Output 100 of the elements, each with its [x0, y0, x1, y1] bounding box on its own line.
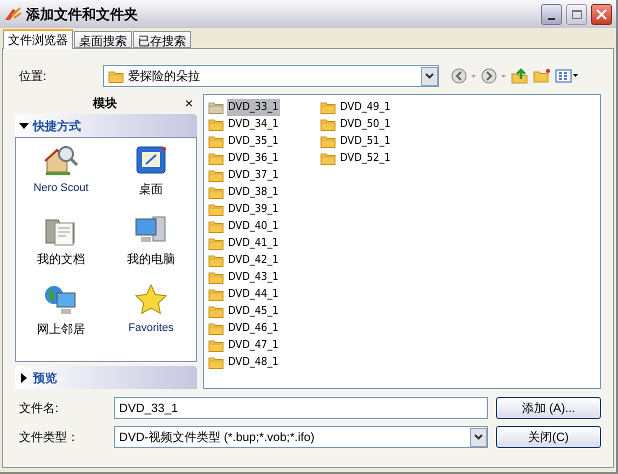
folder-item[interactable]: DVD_34_1: [208, 116, 320, 133]
folder-item[interactable]: DVD_37_1: [208, 167, 320, 184]
folder-icon: [208, 118, 224, 131]
shortcut-item[interactable]: 桌面: [106, 142, 196, 198]
folder-item[interactable]: DVD_42_1: [208, 252, 320, 269]
folder-item[interactable]: DVD_35_1: [208, 133, 320, 150]
folder-name: DVD_34_1: [227, 116, 280, 132]
minimize-button[interactable]: [541, 4, 562, 24]
folder-icon: [208, 186, 224, 199]
folder-name: DVD_40_1: [227, 218, 280, 234]
folder-icon: [208, 220, 224, 233]
shortcut-label: Nero Scout: [33, 181, 89, 196]
shortcut-label: Favorites: [128, 321, 174, 336]
folder-up-icon[interactable]: [511, 68, 529, 84]
folder-item[interactable]: DVD_51_1: [320, 133, 432, 150]
add-button[interactable]: 添加 (A)...: [496, 397, 601, 419]
folder-icon: [320, 101, 336, 114]
folder-item[interactable]: DVD_49_1: [320, 99, 432, 116]
folder-icon: [320, 152, 336, 165]
file-type-value: DVD-视频文件类型 (*.bup;*.vob;*.ifo): [119, 429, 316, 446]
folder-item[interactable]: DVD_39_1: [208, 201, 320, 218]
folder-icon: [320, 118, 336, 131]
folder-icon: [208, 101, 224, 114]
folder-icon: [108, 70, 124, 82]
folder-item[interactable]: DVD_48_1: [208, 354, 320, 371]
new-folder-icon[interactable]: [533, 68, 551, 84]
window-title: 添加文件和文件夹: [26, 4, 139, 24]
shortcut-item[interactable]: 网上邻居: [16, 282, 106, 338]
view-menu-icon[interactable]: [555, 69, 579, 83]
forward-icon[interactable]: [481, 68, 507, 84]
shortcut-label: 我的文档: [37, 251, 85, 268]
section-header[interactable]: 快捷方式: [15, 114, 197, 137]
folder-icon: [208, 254, 224, 267]
folder-name: DVD_48_1: [227, 354, 280, 370]
location-label: 位置:: [18, 68, 48, 85]
folder-item[interactable]: DVD_33_1: [208, 99, 320, 116]
shortcut-item[interactable]: Favorites: [106, 282, 196, 338]
folder-icon: [208, 135, 224, 148]
close-dialog-button[interactable]: 关闭(C): [496, 426, 601, 448]
folder-item[interactable]: DVD_52_1: [320, 150, 432, 167]
dropdown-button[interactable]: [421, 66, 438, 86]
folder-item[interactable]: DVD_47_1: [208, 337, 320, 354]
shortcut-item[interactable]: 我的电脑: [106, 212, 196, 268]
chevron-down-icon: [474, 434, 483, 440]
folder-icon: [208, 152, 224, 165]
folder-icon: [208, 288, 224, 301]
folder-item[interactable]: DVD_45_1: [208, 303, 320, 320]
folder-item[interactable]: DVD_36_1: [208, 150, 320, 167]
shortcut-label: 桌面: [139, 181, 163, 198]
folder-name: DVD_47_1: [227, 337, 280, 354]
folder-icon: [208, 271, 224, 284]
triangle-down-icon: [19, 120, 29, 130]
tab[interactable]: 桌面搜索: [74, 31, 132, 48]
folder-item[interactable]: DVD_41_1: [208, 235, 320, 252]
folder-name: DVD_52_1: [339, 150, 392, 166]
folder-name: DVD_43_1: [227, 269, 280, 286]
panel-close-button[interactable]: ×: [184, 96, 197, 110]
folder-icon: [208, 169, 224, 182]
close-icon: [596, 8, 607, 20]
maximize-button[interactable]: [566, 4, 587, 24]
shortcut-item[interactable]: Nero Scout: [16, 142, 106, 198]
folder-item[interactable]: DVD_46_1: [208, 320, 320, 337]
folder-name: DVD_41_1: [227, 235, 280, 252]
folder-name: DVD_45_1: [227, 303, 280, 320]
folder-name: DVD_39_1: [227, 201, 280, 218]
folder-name: DVD_49_1: [339, 99, 392, 116]
file-name-label: 文件名:: [18, 400, 60, 417]
folder-item[interactable]: DVD_50_1: [320, 116, 432, 133]
folder-item[interactable]: DVD_38_1: [208, 184, 320, 201]
shortcut-label: 网上邻居: [37, 321, 85, 338]
tab[interactable]: 文件浏览器: [3, 29, 73, 49]
folder-icon: [208, 322, 224, 335]
file-type-dropdown[interactable]: DVD-视频文件类型 (*.bup;*.vob;*.ifo): [114, 426, 488, 448]
dropdown-button[interactable]: [470, 428, 487, 446]
folder-icon: [320, 135, 336, 148]
shortcut-label: 我的电脑: [127, 251, 175, 268]
folder-name: DVD_33_1: [227, 99, 280, 116]
location-dropdown[interactable]: 爱探险的朵拉: [103, 65, 439, 87]
chevron-down-icon: [425, 73, 434, 79]
folder-name: DVD_38_1: [227, 184, 280, 200]
folder-item[interactable]: DVD_40_1: [208, 218, 320, 235]
folder-name: DVD_50_1: [339, 116, 392, 132]
folder-item[interactable]: DVD_43_1: [208, 269, 320, 286]
folder-name: DVD_51_1: [339, 133, 392, 150]
shortcut-item[interactable]: 我的文档: [16, 212, 106, 268]
back-icon[interactable]: [451, 68, 477, 84]
close-button[interactable]: [591, 4, 612, 24]
folder-name: DVD_37_1: [227, 167, 280, 184]
folder-name: DVD_44_1: [227, 286, 280, 302]
file-type-label: 文件类型：: [18, 429, 80, 446]
folder-name: DVD_35_1: [227, 133, 280, 150]
folder-name: DVD_36_1: [227, 150, 280, 166]
folder-icon: [208, 339, 224, 352]
triangle-right-icon: [19, 372, 29, 382]
folder-icon: [208, 356, 224, 369]
tab[interactable]: 已存搜索: [133, 31, 191, 48]
folder-item[interactable]: DVD_44_1: [208, 286, 320, 303]
section-header[interactable]: 预览: [15, 366, 197, 389]
file-name-field[interactable]: DVD_33_1: [114, 397, 488, 419]
folder-icon: [208, 305, 224, 318]
